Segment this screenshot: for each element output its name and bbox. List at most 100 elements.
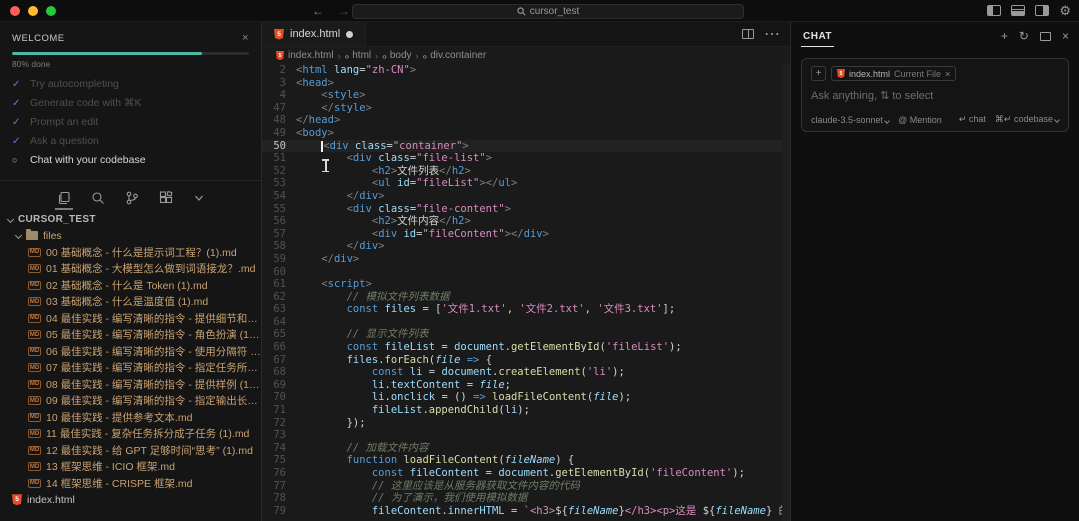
code-line[interactable]: 73 <box>262 429 790 442</box>
breadcrumb[interactable]: 5index.html›‹›html›‹›body›‹›div.containe… <box>262 47 790 64</box>
toggle-right-panel-icon[interactable] <box>1035 5 1049 16</box>
editor-scrollbar[interactable] <box>782 64 790 521</box>
code-area[interactable]: 2<html lang="zh-CN">3<head>4 <style>47 <… <box>262 64 790 521</box>
code-line[interactable]: 68 const li = document.createElement('li… <box>262 366 790 379</box>
code-line[interactable]: 67 files.forEach(file => { <box>262 354 790 367</box>
file-row[interactable]: MD13 框架思维 - ICIO 框架.md <box>0 459 261 476</box>
file-row[interactable]: MD12 最佳实践 - 给 GPT 足够时间“思考” (1).md <box>0 442 261 459</box>
code-line[interactable]: 59 </div> <box>262 253 790 266</box>
welcome-step[interactable]: ✓Ask a question <box>12 134 249 148</box>
file-row[interactable]: MD00 基础概念 - 什么是提示词工程？(1).md <box>0 244 261 261</box>
close-chat-icon[interactable]: × <box>1062 29 1069 43</box>
file-row-index-html[interactable]: 5 index.html <box>0 492 261 509</box>
code-line[interactable]: 3<head> <box>262 77 790 90</box>
welcome-step[interactable]: ✓Generate code with ⌘K <box>12 96 249 110</box>
code-line[interactable]: 52 <h2>文件列表</h2> <box>262 165 790 178</box>
add-context-button[interactable]: + <box>811 66 826 81</box>
source-control-icon[interactable] <box>125 191 139 205</box>
file-row[interactable]: MD04 最佳实践 - 编写清晰的指令 - 提供细节和背景 (1... <box>0 310 261 327</box>
chat-input-placeholder[interactable]: Ask anything, ⇅ to select <box>811 89 1059 102</box>
welcome-step[interactable]: ○Chat with your codebase <box>12 153 249 167</box>
command-search-box[interactable]: cursor_test <box>352 4 744 19</box>
remove-context-icon[interactable]: × <box>945 69 950 79</box>
file-row[interactable]: MD07 最佳实践 - 编写清晰的指令 - 指定任务所需步骤 ... <box>0 360 261 377</box>
code-line[interactable]: 55 <div class="file-content"> <box>262 203 790 216</box>
tab-chat[interactable]: CHAT <box>801 25 834 47</box>
code-line[interactable]: 70 li.onclick = () => loadFileContent(fi… <box>262 391 790 404</box>
breadcrumb-item[interactable]: index.html <box>288 50 334 61</box>
code-line[interactable]: 51 <div class="file-list"> <box>262 152 790 165</box>
code-line[interactable]: 66 const fileList = document.getElementB… <box>262 341 790 354</box>
code-line[interactable]: 56 <h2>文件内容</h2> <box>262 215 790 228</box>
file-row[interactable]: MD01 基础概念 - 大模型怎么做到词语接龙？.md <box>0 261 261 278</box>
editor-more-actions-icon[interactable]: ⋯ <box>764 24 780 44</box>
chat-history-icon[interactable]: ↻ <box>1019 29 1029 43</box>
nav-back-button[interactable]: ← <box>312 4 324 18</box>
breadcrumb-item[interactable]: body <box>390 50 412 61</box>
code-line[interactable]: 69 li.textContent = file; <box>262 379 790 392</box>
code-line[interactable]: 63 const files = ['文件1.txt', '文件2.txt', … <box>262 303 790 316</box>
code-line[interactable]: 74 // 加载文件内容 <box>262 442 790 455</box>
code-line[interactable]: 75 function loadFileContent(fileName) { <box>262 454 790 467</box>
code-line[interactable]: 53 <ul id="fileList"></ul> <box>262 177 790 190</box>
welcome-step[interactable]: ✓Try autocompleting <box>12 77 249 91</box>
open-editor-icon[interactable] <box>1040 32 1051 41</box>
explorer-search-icon[interactable] <box>91 191 105 205</box>
code-line[interactable]: 72 }); <box>262 417 790 430</box>
code-line[interactable]: 2<html lang="zh-CN"> <box>262 64 790 77</box>
code-line[interactable]: 62 // 模拟文件列表数据 <box>262 291 790 304</box>
more-views-chevron-icon[interactable] <box>193 192 205 204</box>
code-line[interactable]: 78 // 为了演示，我们使用模拟数据 <box>262 492 790 505</box>
code-line[interactable]: 57 <div id="fileContent"></div> <box>262 228 790 241</box>
file-row[interactable]: MD03 基础概念 - 什么是温度值 (1).md <box>0 294 261 311</box>
code-line[interactable]: 61 <script> <box>262 278 790 291</box>
code-line[interactable]: 49<body> <box>262 127 790 140</box>
code-line[interactable]: 48</head> <box>262 114 790 127</box>
code-line[interactable]: 4 <style> <box>262 89 790 102</box>
close-window-button[interactable] <box>10 6 20 16</box>
file-row[interactable]: MD08 最佳实践 - 编写清晰的指令 - 提供样例 (1).md <box>0 376 261 393</box>
code-line[interactable]: 77 // 这里应该是从服务器获取文件内容的代码 <box>262 480 790 493</box>
codebase-action-button[interactable]: ⌘↵ codebase <box>995 114 1059 125</box>
toggle-left-panel-icon[interactable] <box>987 5 1001 16</box>
file-row[interactable]: MD10 最佳实践 - 提供参考文本.md <box>0 409 261 426</box>
code-line[interactable]: 79 fileContent.innerHTML = `<h3>${fileNa… <box>262 505 790 518</box>
code-line[interactable]: 50 <div class="container"> <box>262 140 790 153</box>
code-line[interactable]: 76 const fileContent = document.getEleme… <box>262 467 790 480</box>
mention-button[interactable]: @ Mention <box>898 115 942 125</box>
new-chat-icon[interactable]: + <box>1001 29 1008 43</box>
code-line[interactable]: 64 <box>262 316 790 329</box>
file-row[interactable]: MD14 框架思维 - CRISPE 框架.md <box>0 475 261 492</box>
code-line[interactable]: 65 // 显示文件列表 <box>262 328 790 341</box>
unsaved-changes-dot[interactable] <box>346 31 353 38</box>
toggle-bottom-panel-icon[interactable] <box>1011 5 1025 16</box>
file-row[interactable]: MD09 最佳实践 - 编写清晰的指令 - 指定输出长度 (1)... <box>0 393 261 410</box>
code-line[interactable]: 54 </div> <box>262 190 790 203</box>
context-chip-index-html[interactable]: 5 index.html Current File × <box>831 66 956 81</box>
folder-row-files[interactable]: files <box>0 228 261 245</box>
nav-forward-button[interactable]: → <box>338 4 350 18</box>
chat-input-card[interactable]: + 5 index.html Current File × Ask anythi… <box>801 58 1069 132</box>
zoom-window-button[interactable] <box>46 6 56 16</box>
code-line[interactable]: 60 <box>262 266 790 279</box>
explorer-files-icon[interactable] <box>57 191 71 205</box>
code-line[interactable]: 58 </div> <box>262 240 790 253</box>
welcome-close-icon[interactable]: × <box>242 32 249 44</box>
code-line[interactable]: 47 </style> <box>262 102 790 115</box>
split-editor-icon[interactable] <box>742 29 754 39</box>
chat-action-button[interactable]: ↵ chat <box>959 114 986 125</box>
file-row[interactable]: MD06 最佳实践 - 编写清晰的指令 - 使用分隔符 (1).md <box>0 343 261 360</box>
settings-gear-icon[interactable]: ⚙ <box>1059 4 1071 17</box>
welcome-step[interactable]: ✓Prompt an edit <box>12 115 249 129</box>
extensions-icon[interactable] <box>159 191 173 205</box>
file-row[interactable]: MD11 最佳实践 - 复杂任务拆分成子任务 (1).md <box>0 426 261 443</box>
file-row[interactable]: MD05 最佳实践 - 编写清晰的指令 - 角色扮演 (1).md <box>0 327 261 344</box>
breadcrumb-item[interactable]: html <box>352 50 371 61</box>
minimize-window-button[interactable] <box>28 6 38 16</box>
explorer-section-header[interactable]: CURSOR_TEST <box>0 211 261 228</box>
tab-index-html[interactable]: 5 index.html <box>262 22 366 46</box>
breadcrumb-item[interactable]: div.container <box>430 50 486 61</box>
file-row[interactable]: MD02 基础概念 - 什么是 Token (1).md <box>0 277 261 294</box>
model-selector[interactable]: claude-3.5-sonnet <box>811 115 889 125</box>
code-line[interactable]: 71 fileList.appendChild(li); <box>262 404 790 417</box>
